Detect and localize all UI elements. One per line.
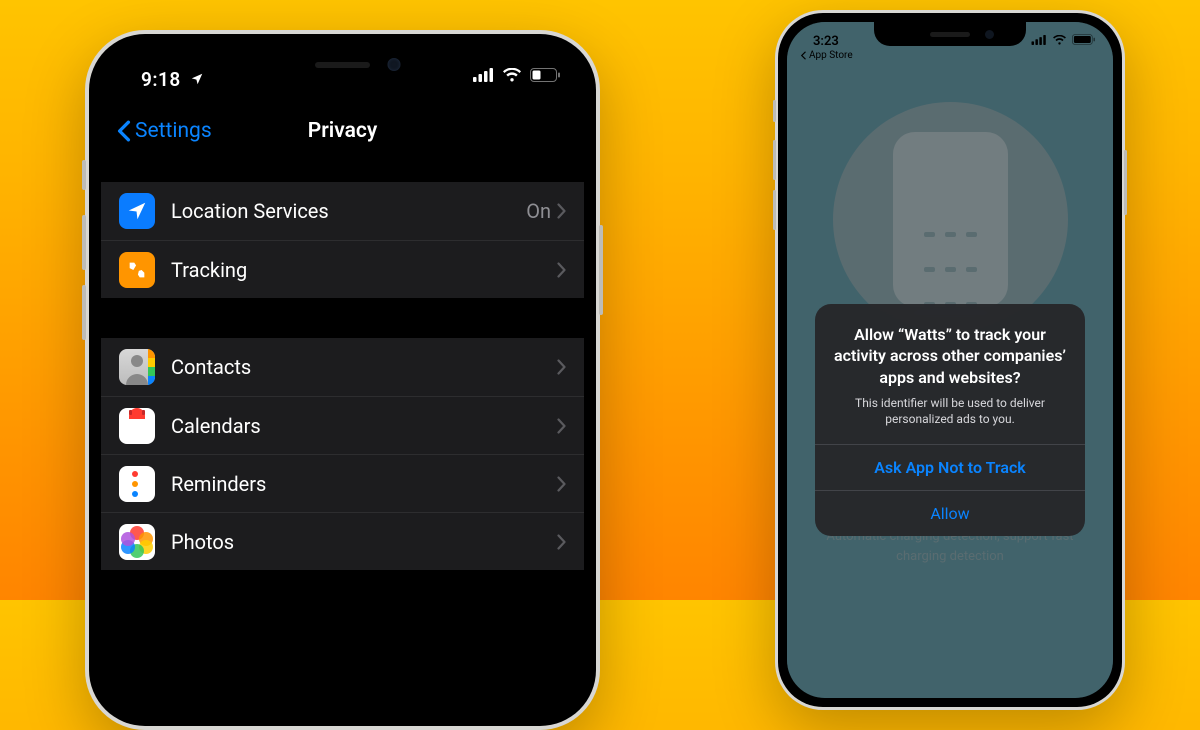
row-label: Reminders bbox=[171, 472, 557, 496]
chevron-right-icon bbox=[557, 418, 566, 434]
chevron-right-icon bbox=[557, 534, 566, 550]
ask-not-to-track-button[interactable]: Ask App Not to Track bbox=[815, 444, 1085, 490]
screen-left: 9:18 Settings Privacy L bbox=[101, 46, 584, 714]
nav-bar: Settings Privacy bbox=[101, 104, 584, 158]
location-icon bbox=[119, 193, 155, 229]
mute-switch[interactable] bbox=[82, 160, 86, 190]
power-button[interactable] bbox=[1124, 150, 1127, 215]
contacts-icon bbox=[119, 349, 155, 385]
back-button[interactable]: Settings bbox=[117, 119, 212, 143]
row-label: Calendars bbox=[171, 414, 557, 438]
row-photos[interactable]: Photos bbox=[101, 512, 584, 570]
tracking-permission-dialog: Allow “Watts” to track your activity acr… bbox=[815, 304, 1085, 536]
mute-switch[interactable] bbox=[773, 100, 776, 122]
notch bbox=[240, 46, 445, 80]
settings-group-1: Location Services On Tracking bbox=[101, 182, 584, 298]
volume-up-button[interactable] bbox=[82, 215, 86, 270]
status-time: 9:18 bbox=[141, 68, 181, 91]
row-reminders[interactable]: Reminders bbox=[101, 454, 584, 512]
back-label: Settings bbox=[135, 119, 212, 143]
reminders-icon bbox=[119, 466, 155, 502]
battery-icon bbox=[530, 68, 560, 82]
row-label: Location Services bbox=[171, 199, 526, 223]
row-label: Photos bbox=[171, 530, 557, 554]
chevron-left-icon bbox=[117, 120, 131, 142]
location-arrow-icon bbox=[190, 72, 204, 86]
phone-right: Automatic charging detection, support fa… bbox=[775, 10, 1125, 710]
chevron-right-icon bbox=[557, 203, 566, 219]
row-calendars[interactable]: Calendars bbox=[101, 396, 584, 454]
dialog-title: Allow “Watts” to track your activity acr… bbox=[833, 324, 1067, 389]
row-tracking[interactable]: Tracking bbox=[101, 240, 584, 298]
dialog-message: This identifier will be used to deliver … bbox=[833, 395, 1067, 429]
row-label: Tracking bbox=[171, 258, 557, 282]
settings-list: Location Services On Tracking bbox=[101, 182, 584, 570]
photos-icon bbox=[119, 524, 155, 560]
volume-down-button[interactable] bbox=[773, 190, 776, 230]
chevron-right-icon bbox=[557, 262, 566, 278]
chevron-right-icon bbox=[557, 476, 566, 492]
phone-left: 9:18 Settings Privacy L bbox=[85, 30, 600, 730]
screen-right: Automatic charging detection, support fa… bbox=[787, 22, 1113, 698]
allow-button[interactable]: Allow bbox=[815, 490, 1085, 536]
chevron-right-icon bbox=[557, 359, 566, 375]
modal-overlay: Allow “Watts” to track your activity acr… bbox=[787, 22, 1113, 698]
volume-down-button[interactable] bbox=[82, 285, 86, 340]
row-label: Contacts bbox=[171, 355, 557, 379]
tracking-icon bbox=[119, 252, 155, 288]
cellular-icon bbox=[473, 68, 494, 82]
wifi-icon bbox=[502, 68, 522, 82]
settings-group-2: Contacts Calendars bbox=[101, 338, 584, 570]
row-contacts[interactable]: Contacts bbox=[101, 338, 584, 396]
volume-up-button[interactable] bbox=[773, 140, 776, 180]
calendar-icon bbox=[119, 408, 155, 444]
page-title: Privacy bbox=[308, 119, 378, 143]
notch bbox=[874, 22, 1026, 46]
power-button[interactable] bbox=[599, 225, 603, 315]
row-value: On bbox=[526, 199, 551, 223]
row-location-services[interactable]: Location Services On bbox=[101, 182, 584, 240]
